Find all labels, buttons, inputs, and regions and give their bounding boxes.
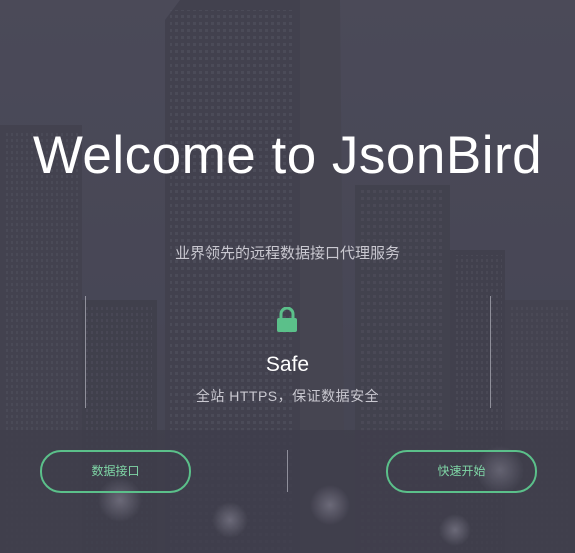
page-title: Welcome to JsonBird bbox=[32, 126, 543, 185]
feature-title: Safe bbox=[265, 353, 310, 376]
data-api-button[interactable]: 数据接口 bbox=[40, 450, 191, 493]
hero-section: Welcome to JsonBird 业界领先的远程数据接口代理服务 Safe… bbox=[0, 0, 575, 553]
lock-icon bbox=[277, 307, 297, 332]
feature-description: 全站 HTTPS，保证数据安全 bbox=[195, 388, 380, 404]
quick-start-button[interactable]: 快速开始 bbox=[386, 450, 537, 493]
hero-subtitle: 业界领先的远程数据接口代理服务 bbox=[174, 245, 400, 262]
center-divider bbox=[287, 450, 288, 492]
